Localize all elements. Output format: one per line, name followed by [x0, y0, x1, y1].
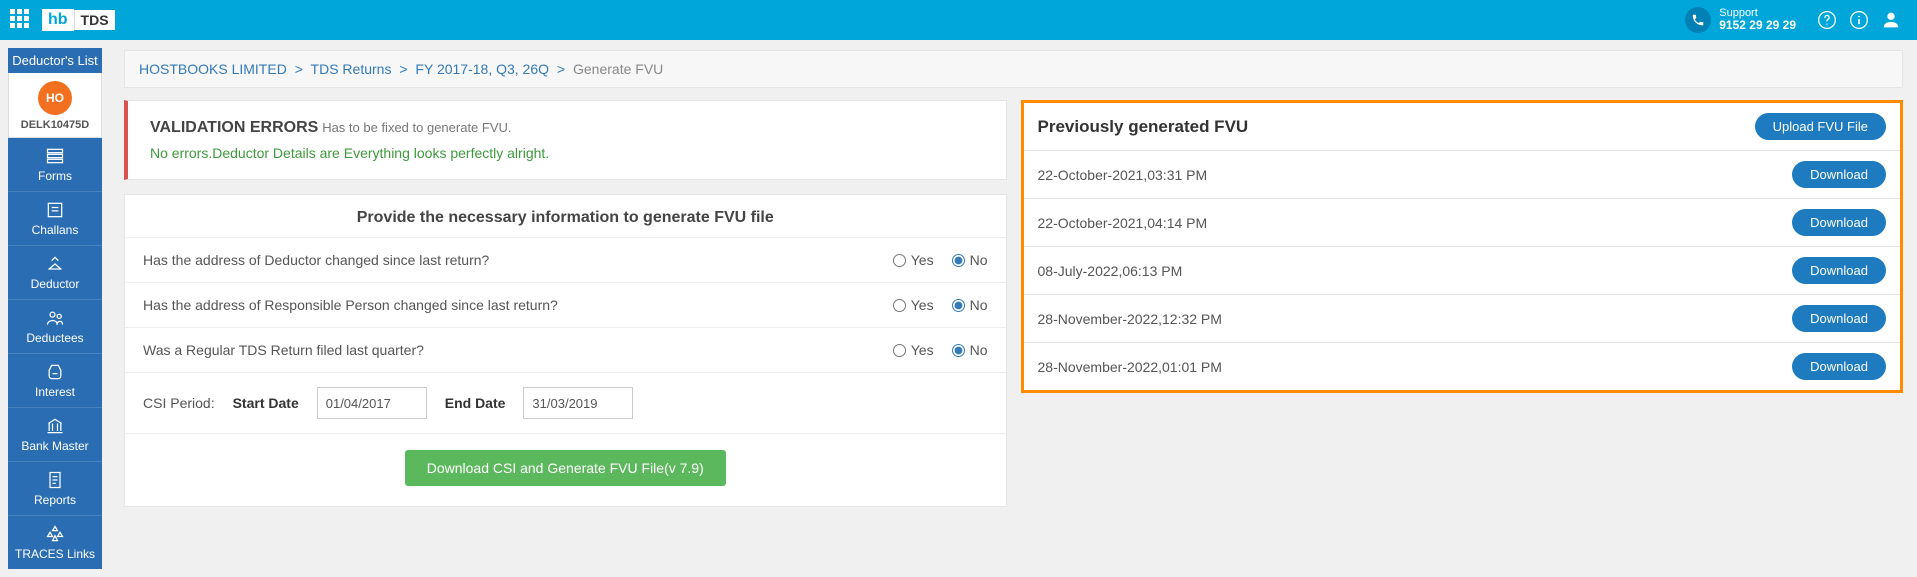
end-date-input[interactable] [523, 387, 633, 419]
sidebar-item-label: Reports [34, 493, 76, 507]
sidebar-item-forms[interactable]: Forms [8, 138, 102, 192]
sidebar-item-reports[interactable]: Reports [8, 462, 102, 516]
fvu-timestamp: 22-October-2021,04:14 PM [1038, 215, 1208, 231]
sidebar-item-deductor[interactable]: Deductor [8, 246, 102, 300]
logo-hb: hb [42, 9, 74, 31]
start-date-label: Start Date [233, 395, 299, 411]
q3-yes-radio[interactable] [893, 344, 906, 357]
top-bar: hb TDS Support 9152 29 29 29 [0, 0, 1917, 40]
radio-no[interactable]: No [952, 342, 988, 358]
validation-message: No errors.Deductor Details are Everythin… [150, 145, 984, 161]
radio-no[interactable]: No [952, 297, 988, 313]
breadcrumb-period[interactable]: FY 2017-18, Q3, 26Q [415, 61, 549, 77]
csi-period-row: CSI Period: Start Date End Date [125, 372, 1006, 433]
question-text: Has the address of Responsible Person ch… [143, 297, 893, 313]
apps-grid-icon[interactable] [10, 9, 32, 31]
avatar: HO [38, 81, 72, 115]
generate-fvu-button[interactable]: Download CSI and Generate FVU File(v 7.9… [405, 450, 726, 486]
question-responsible-address: Has the address of Responsible Person ch… [125, 282, 1006, 327]
end-date-label: End Date [445, 395, 506, 411]
sidebar-item-traces-links[interactable]: TRACES Links [8, 516, 102, 569]
logo[interactable]: hb TDS [42, 9, 115, 31]
sidebar-item-label: Interest [35, 385, 75, 399]
sidebar-item-label: Deductees [26, 331, 83, 345]
fvu-row: 28-November-2022,12:32 PM Download [1024, 294, 1901, 342]
sidebar-item-interest[interactable]: Interest [8, 354, 102, 408]
download-button[interactable]: Download [1792, 305, 1886, 332]
download-button[interactable]: Download [1792, 209, 1886, 236]
csi-period-label: CSI Period: [143, 395, 215, 411]
fvu-timestamp: 22-October-2021,03:31 PM [1038, 167, 1208, 183]
radio-no[interactable]: No [952, 252, 988, 268]
q2-no-radio[interactable] [952, 299, 965, 312]
sidebar-item-label: Challans [32, 223, 79, 237]
validation-title: VALIDATION ERRORS [150, 119, 318, 136]
question-deductor-address: Has the address of Deductor changed sinc… [125, 237, 1006, 282]
download-button[interactable]: Download [1792, 353, 1886, 380]
radio-yes[interactable]: Yes [893, 342, 934, 358]
form-title: Provide the necessary information to gen… [125, 195, 1006, 237]
breadcrumb-page: Generate FVU [573, 61, 663, 77]
sidebar-title: Deductor's List [8, 48, 102, 73]
sidebar-item-bank-master[interactable]: Bank Master [8, 408, 102, 462]
user-icon[interactable] [1877, 6, 1905, 34]
fvu-timestamp: 28-November-2022,12:32 PM [1038, 311, 1222, 327]
q1-yes-radio[interactable] [893, 254, 906, 267]
breadcrumb-company[interactable]: HOSTBOOKS LIMITED [139, 61, 287, 77]
sidebar-item-deductees[interactable]: Deductees [8, 300, 102, 354]
sidebar-profile[interactable]: HO DELK10475D [8, 73, 102, 138]
fvu-row: 22-October-2021,04:14 PM Download [1024, 198, 1901, 246]
start-date-input[interactable] [317, 387, 427, 419]
fvu-title: Previously generated FVU [1038, 117, 1249, 137]
fvu-row: 22-October-2021,03:31 PM Download [1024, 150, 1901, 198]
support-text: Support 9152 29 29 29 [1719, 7, 1796, 32]
fvu-timestamp: 28-November-2022,01:01 PM [1038, 359, 1222, 375]
main-content: HOSTBOOKS LIMITED > TDS Returns > FY 201… [110, 40, 1917, 577]
tan-number: DELK10475D [9, 119, 101, 131]
help-icon[interactable] [1813, 6, 1841, 34]
logo-tds: TDS [74, 10, 115, 30]
question-text: Has the address of Deductor changed sinc… [143, 252, 893, 268]
sidebar-item-label: Bank Master [21, 439, 88, 453]
download-button[interactable]: Download [1792, 161, 1886, 188]
q2-yes-radio[interactable] [893, 299, 906, 312]
fvu-header: Previously generated FVU Upload FVU File [1024, 103, 1901, 150]
fvu-row: 08-July-2022,06:13 PM Download [1024, 246, 1901, 294]
radio-yes[interactable]: Yes [893, 297, 934, 313]
phone-icon [1685, 7, 1711, 33]
fvu-timestamp: 08-July-2022,06:13 PM [1038, 263, 1183, 279]
sidebar-item-challans[interactable]: Challans [8, 192, 102, 246]
sidebar-item-label: TRACES Links [15, 547, 95, 561]
question-text: Was a Regular TDS Return filed last quar… [143, 342, 893, 358]
info-icon[interactable] [1845, 6, 1873, 34]
fvu-form-panel: Provide the necessary information to gen… [124, 194, 1007, 507]
question-regular-return: Was a Regular TDS Return filed last quar… [125, 327, 1006, 372]
q3-no-radio[interactable] [952, 344, 965, 357]
sidebar-item-label: Deductor [31, 277, 80, 291]
breadcrumb: HOSTBOOKS LIMITED > TDS Returns > FY 201… [124, 50, 1903, 88]
download-button[interactable]: Download [1792, 257, 1886, 284]
fvu-row: 28-November-2022,01:01 PM Download [1024, 342, 1901, 390]
q1-no-radio[interactable] [952, 254, 965, 267]
support-info[interactable]: Support 9152 29 29 29 [1685, 7, 1796, 33]
sidebar: Deductor's List HO DELK10475D Forms Chal… [0, 40, 110, 577]
upload-fvu-button[interactable]: Upload FVU File [1755, 113, 1886, 140]
sidebar-nav: Forms Challans Deductor Deductees Intere… [8, 138, 102, 569]
validation-subtitle: Has to be fixed to generate FVU. [322, 120, 511, 135]
radio-yes[interactable]: Yes [893, 252, 934, 268]
validation-errors-box: VALIDATION ERRORS Has to be fixed to gen… [124, 100, 1007, 180]
sidebar-item-label: Forms [38, 169, 72, 183]
support-phone: 9152 29 29 29 [1719, 19, 1796, 32]
breadcrumb-section[interactable]: TDS Returns [311, 61, 392, 77]
previous-fvu-box: Previously generated FVU Upload FVU File… [1021, 100, 1904, 393]
